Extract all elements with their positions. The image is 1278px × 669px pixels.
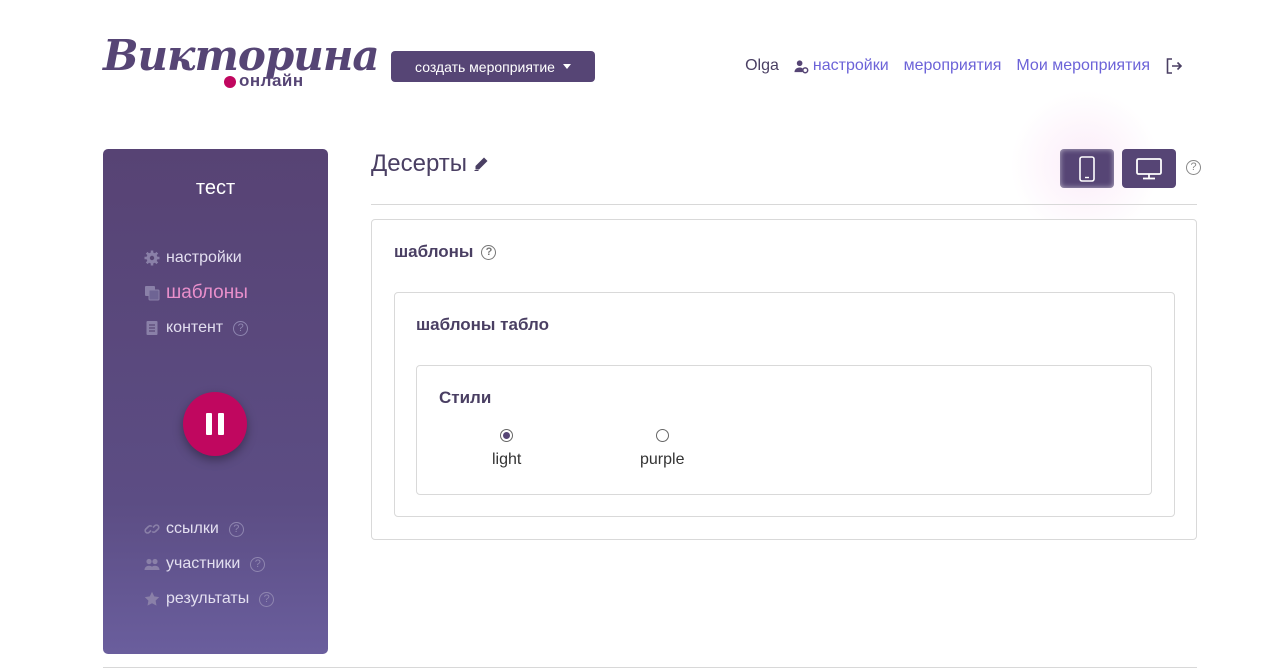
help-icon[interactable]: ? [481, 244, 497, 260]
styles-title: Стили [439, 388, 492, 407]
gear-icon [144, 250, 160, 266]
sidebar-item-content[interactable]: контент ? [144, 319, 249, 337]
sidebar-item-settings[interactable]: настройки [144, 249, 242, 267]
sidebar-item-links[interactable]: ссылки ? [144, 520, 244, 538]
desktop-view-button[interactable] [1122, 149, 1176, 188]
board-templates-title: шаблоны табло [416, 315, 549, 334]
sidebar-item-label: ссылки [166, 520, 219, 537]
sidebar-item-label: результаты [166, 590, 250, 607]
help-icon[interactable]: ? [233, 320, 249, 336]
caret-down-icon [562, 64, 571, 69]
nav-settings-link[interactable]: настройки [794, 57, 889, 75]
title-divider [371, 204, 1197, 205]
create-event-button[interactable]: создать мероприятие [391, 51, 595, 82]
page-title: Десерты [371, 150, 489, 178]
styles-card: Стили light purple [416, 365, 1152, 495]
app-logo[interactable]: Викторина онлайн [103, 32, 380, 98]
style-option-light[interactable]: light [492, 429, 521, 469]
logo-sub-text: онлайн [239, 71, 304, 90]
nav-events-link[interactable]: мероприятия [904, 57, 1002, 75]
radio-button[interactable] [500, 429, 514, 442]
sidebar-item-label: настройки [166, 249, 242, 266]
templates-title: шаблоны [394, 242, 474, 261]
document-icon [146, 321, 158, 335]
pencil-icon[interactable] [473, 156, 489, 172]
event-title: Десерты [371, 150, 468, 177]
sidebar-title: тест [195, 177, 236, 199]
copy-icon [145, 286, 160, 301]
radio-button[interactable] [655, 429, 669, 442]
nav-my-events-link[interactable]: Мои мероприятия [1016, 57, 1150, 75]
link-icon [144, 524, 160, 534]
style-option-label: purple [640, 451, 685, 468]
view-help-icon[interactable]: ? [1186, 160, 1201, 175]
style-option-label: light [492, 451, 522, 468]
top-navigation: Olga настройки мероприятия Мои мероприят… [745, 55, 1183, 77]
star-icon [144, 591, 160, 606]
sidebar-item-label: участники [166, 555, 241, 572]
sidebar-item-label: шаблоны [166, 282, 248, 303]
event-sidebar: тест настройки шаблоны контент ? ссылки … [103, 149, 328, 654]
sidebar-item-templates[interactable]: шаблоны [144, 282, 248, 304]
pause-button[interactable] [183, 392, 247, 456]
templates-heading: шаблоны ? [394, 242, 497, 262]
sidebar-item-label: контент [166, 319, 224, 336]
pause-icon [218, 413, 224, 435]
nav-settings-label: настройки [812, 57, 889, 74]
sidebar-item-participants[interactable]: участники ? [144, 555, 266, 573]
desktop-monitor-icon [1136, 157, 1162, 179]
footer-divider [103, 667, 1197, 668]
pause-icon [206, 413, 212, 435]
create-event-label: создать мероприятие [415, 58, 555, 75]
logo-dot [224, 76, 236, 88]
logout-icon[interactable] [1165, 57, 1183, 75]
sidebar-item-results[interactable]: результаты ? [144, 590, 275, 608]
help-icon[interactable]: ? [250, 556, 266, 572]
user-name: Olga [745, 57, 779, 74]
help-icon[interactable]: ? [259, 591, 275, 607]
style-option-purple[interactable]: purple [640, 429, 684, 469]
help-icon[interactable]: ? [228, 521, 244, 537]
user-gear-icon [794, 59, 809, 73]
mobile-phone-icon [1079, 155, 1095, 182]
mobile-view-button[interactable] [1060, 149, 1114, 188]
users-icon [144, 558, 160, 570]
